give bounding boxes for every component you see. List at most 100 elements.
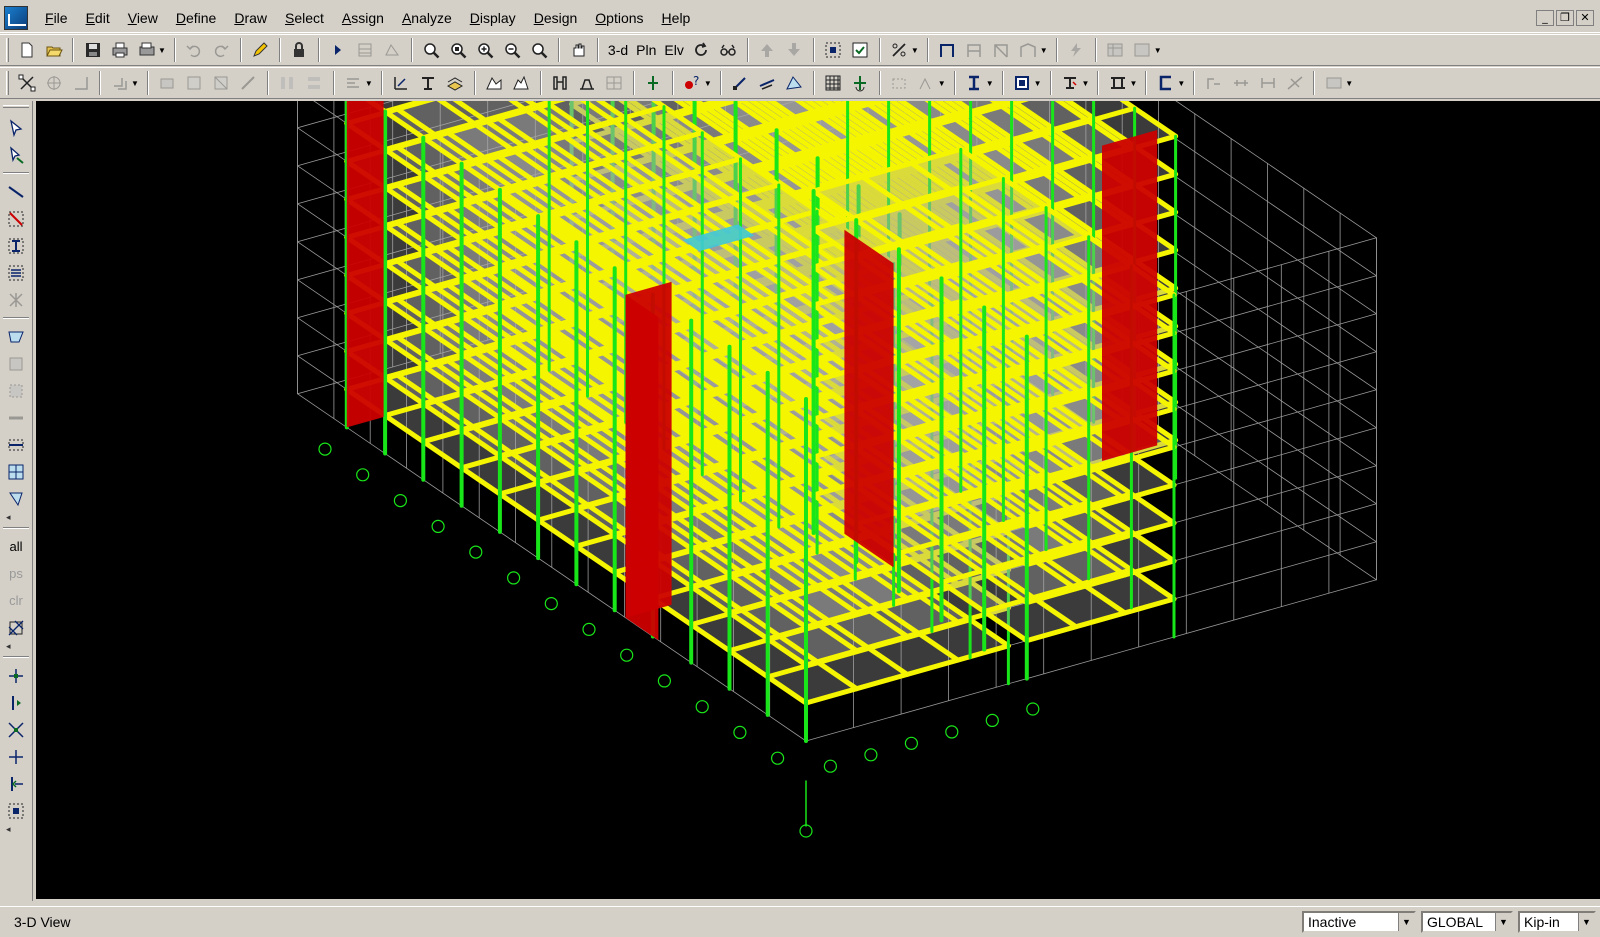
model-viewport-3d[interactable]	[36, 101, 1600, 899]
undo-icon[interactable]	[182, 38, 207, 63]
draw-line-icon[interactable]	[389, 71, 414, 96]
intersecting-line-select-icon[interactable]	[3, 615, 29, 640]
draw-frame-object-icon[interactable]	[3, 206, 29, 231]
select-all-button[interactable]: all	[3, 534, 29, 559]
move-icon[interactable]	[41, 71, 66, 96]
display-table-icon[interactable]	[1103, 38, 1128, 63]
close-icon[interactable]: ✕	[1576, 9, 1594, 26]
link-icon-b[interactable]	[1228, 71, 1253, 96]
draw-frame-icon[interactable]	[935, 38, 960, 63]
run-analysis-icon[interactable]	[326, 38, 351, 63]
lightning-icon[interactable]	[1064, 38, 1089, 63]
clear-selection-button[interactable]: clr	[3, 588, 29, 613]
draw-click-area-icon[interactable]	[3, 378, 29, 403]
scale-icon[interactable]	[68, 71, 93, 96]
units-select[interactable]: Kip-in ▼	[1518, 911, 1596, 933]
align-icon[interactable]	[341, 71, 366, 96]
output-table-icon[interactable]	[1321, 71, 1346, 96]
zoom-in-icon[interactable]	[473, 38, 498, 63]
zoom-previous-icon[interactable]	[527, 38, 552, 63]
draw-wall-stack-icon[interactable]	[3, 432, 29, 457]
chevron-down-icon[interactable]: ▼	[1578, 913, 1594, 931]
menu-help[interactable]: Help	[653, 6, 700, 30]
zoom-restore-icon[interactable]	[446, 38, 471, 63]
scroll-left-icon[interactable]: ◂	[6, 512, 11, 523]
toolbar-grip[interactable]	[6, 71, 9, 95]
draw-bay-icon[interactable]	[1016, 38, 1041, 63]
scroll-left-icon-2[interactable]: ◂	[6, 641, 11, 652]
draw-brace-icon[interactable]	[962, 38, 987, 63]
zoom-out-icon[interactable]	[500, 38, 525, 63]
chevron-down-icon[interactable]: ▼	[1495, 913, 1511, 931]
merge-icon[interactable]	[209, 71, 234, 96]
reshape-icon[interactable]	[14, 71, 39, 96]
snap-ends-icon[interactable]	[755, 71, 780, 96]
coordinate-system-select[interactable]: GLOBAL ▼	[1421, 911, 1513, 933]
grid-icon[interactable]	[821, 71, 846, 96]
assign-icon-b[interactable]	[914, 71, 939, 96]
draw-rect-area-icon[interactable]	[575, 71, 600, 96]
set-building-view-icon[interactable]	[848, 38, 873, 63]
assign-icon-a[interactable]	[887, 71, 912, 96]
draw-brace-object-icon[interactable]	[3, 287, 29, 312]
chevron-down-icon[interactable]: ▼	[1398, 913, 1414, 931]
snap-lines-edges-icon[interactable]	[3, 771, 29, 796]
snap-joints-icon[interactable]	[3, 663, 29, 688]
snap-intersection-icon[interactable]	[782, 71, 807, 96]
object-shrink-icon[interactable]	[821, 38, 846, 63]
menu-view[interactable]: View	[119, 6, 167, 30]
spandrel-label-icon[interactable]	[1105, 71, 1130, 96]
display-options-icon[interactable]	[1130, 38, 1155, 63]
pointer-icon[interactable]	[3, 115, 29, 140]
model-check-icon[interactable]	[380, 38, 405, 63]
draw-grid-object-icon[interactable]	[3, 459, 29, 484]
split-vertical-icon[interactable]	[275, 71, 300, 96]
edit-points-icon[interactable]	[236, 71, 261, 96]
draw-area-icon[interactable]	[482, 71, 507, 96]
link-icon-a[interactable]	[1201, 71, 1226, 96]
move-down-icon[interactable]	[782, 38, 807, 63]
pan-icon[interactable]	[566, 38, 591, 63]
menu-edit[interactable]: Edit	[77, 6, 119, 30]
extrude-icon[interactable]	[155, 71, 180, 96]
menu-options[interactable]: Options	[586, 6, 652, 30]
restore-icon[interactable]: ❐	[1556, 9, 1574, 26]
draw-rect-object-icon[interactable]	[3, 351, 29, 376]
draw-beam-icon[interactable]	[548, 71, 573, 96]
draw-grid-area-icon[interactable]	[602, 71, 627, 96]
link-icon-d[interactable]	[1282, 71, 1307, 96]
draw-wall-icon[interactable]	[443, 71, 468, 96]
draw-line-object-icon[interactable]	[3, 179, 29, 204]
zoom-window-icon[interactable]	[419, 38, 444, 63]
draw-dimension-icon[interactable]	[641, 71, 666, 96]
draw-wall-object-icon[interactable]	[3, 405, 29, 430]
menu-analyze[interactable]: Analyze	[393, 6, 461, 30]
print-icon[interactable]	[107, 38, 132, 63]
pencil-icon[interactable]	[248, 38, 273, 63]
divide-icon[interactable]	[182, 71, 207, 96]
draw-opening-icon[interactable]	[509, 71, 534, 96]
draw-column-object-icon[interactable]	[3, 233, 29, 258]
minimize-icon[interactable]: _	[1536, 9, 1554, 26]
snap-midpoints-icon[interactable]	[3, 690, 29, 715]
split-horizontal-icon[interactable]	[302, 71, 327, 96]
app-logo-icon[interactable]	[4, 5, 28, 30]
open-icon[interactable]	[41, 38, 66, 63]
structural-model-3d[interactable]	[36, 101, 1600, 899]
menu-display[interactable]: Display	[461, 6, 525, 30]
anchor-icon[interactable]	[848, 71, 873, 96]
draw-opening-object-icon[interactable]	[3, 486, 29, 511]
diaphragm-icon[interactable]	[1153, 71, 1178, 96]
pier-label-icon[interactable]	[1058, 71, 1083, 96]
snap-fine-grid-icon[interactable]	[3, 798, 29, 823]
snap-perpendicular-icon[interactable]	[3, 744, 29, 769]
frame-section-icon[interactable]	[962, 71, 987, 96]
toolbar-grip[interactable]	[6, 38, 9, 62]
draw-column-icon[interactable]	[416, 71, 441, 96]
shell-section-icon[interactable]	[1010, 71, 1035, 96]
menu-draw[interactable]: Draw	[225, 6, 276, 30]
snap-points-icon[interactable]	[728, 71, 753, 96]
save-icon[interactable]	[80, 38, 105, 63]
move-up-icon[interactable]	[755, 38, 780, 63]
percent-icon[interactable]	[887, 38, 912, 63]
